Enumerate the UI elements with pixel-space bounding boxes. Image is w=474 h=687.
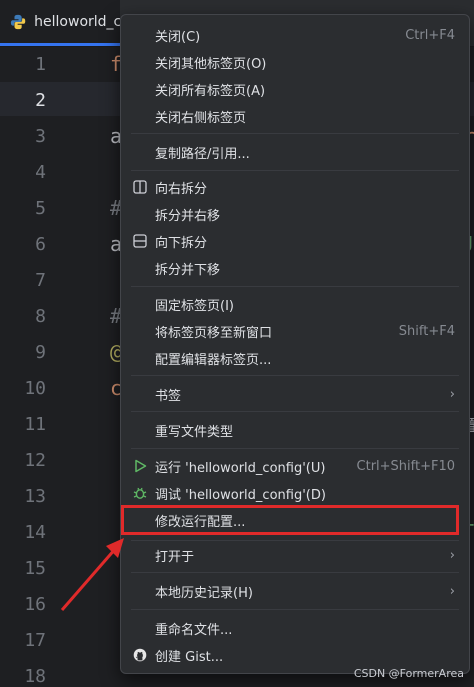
line-number: 4 [35, 162, 46, 183]
menu-item-create-gist[interactable]: 创建 Gist... [121, 642, 469, 668]
menu-item-override-file-type[interactable]: 重写文件类型 [121, 417, 469, 443]
line-number: 11 [24, 414, 46, 435]
menu-item-rename-file[interactable]: 重命名文件... [121, 615, 469, 641]
menu-item-label: 关闭其他标签页(O) [155, 56, 267, 72]
menu-item-split-down[interactable]: 向下拆分 [121, 228, 469, 254]
menu-separator [131, 448, 459, 449]
menu-item-copy-path[interactable]: 复制路径/引用... [121, 139, 469, 165]
menu-item-label: 重写文件类型 [155, 424, 234, 440]
menu-item-pin-tab[interactable]: 固定标签页(I) [121, 291, 469, 317]
menu-item-shortcut: Ctrl+F4 [405, 27, 455, 43]
menu-item-label: 本地历史记录(H) [155, 585, 253, 601]
split-vertical-icon [133, 180, 147, 194]
menu-item-label: 固定标签页(I) [155, 298, 234, 314]
line-number: 9 [35, 342, 46, 363]
run-icon [135, 459, 147, 473]
menu-item-label: 拆分并右移 [155, 208, 221, 224]
menu-item-bookmarks[interactable]: 书签 › [121, 381, 469, 407]
menu-item-move-new-window[interactable]: 将标签页移至新窗口 Shift+F4 [121, 318, 469, 344]
editor-tab-label: helloworld_co [34, 13, 120, 30]
menu-item-shortcut: Shift+F4 [398, 323, 455, 339]
chevron-right-icon: › [449, 583, 455, 599]
line-number: 17 [24, 630, 46, 651]
menu-item-label: 关闭(C) [155, 29, 201, 45]
menu-separator [131, 411, 459, 412]
annotation-highlight-box [121, 505, 459, 535]
menu-separator [131, 572, 459, 573]
menu-item-close-others[interactable]: 关闭其他标签页(O) [121, 49, 469, 75]
menu-item-label: 关闭右侧标签页 [155, 110, 247, 126]
split-horizontal-icon [133, 234, 147, 248]
line-number: 13 [24, 486, 46, 507]
menu-item-split-right[interactable]: 向右拆分 [121, 174, 469, 200]
line-number-active: 2 [35, 90, 46, 111]
annotation-arrow-icon [60, 538, 124, 611]
menu-separator [131, 133, 459, 134]
menu-item-label: 向下拆分 [155, 235, 208, 251]
line-number: 16 [24, 594, 46, 615]
menu-item-label: 复制路径/引用... [155, 146, 250, 162]
line-number: 10 [24, 378, 46, 399]
chevron-right-icon: › [449, 386, 455, 402]
menu-item-open-in[interactable]: 打开于 › [121, 542, 469, 568]
menu-item-label: 运行 'helloworld_config'(U) [155, 460, 326, 476]
menu-item-label: 创建 Gist... [155, 649, 224, 665]
menu-separator [131, 170, 459, 171]
menu-item-debug[interactable]: 调试 'helloworld_config'(D) [121, 480, 469, 506]
menu-item-label: 打开于 [155, 549, 195, 565]
chevron-right-icon: › [449, 547, 455, 563]
editor-tab[interactable]: helloworld_co [0, 0, 120, 46]
line-number: 12 [24, 450, 46, 471]
menu-item-close[interactable]: 关闭(C) Ctrl+F4 [121, 22, 469, 48]
menu-item-label: 关闭所有标签页(A) [155, 83, 266, 99]
menu-item-label: 重命名文件... [155, 622, 233, 638]
menu-item-close-all[interactable]: 关闭所有标签页(A) [121, 76, 469, 102]
menu-separator [131, 609, 459, 610]
menu-item-label: 将标签页移至新窗口 [155, 325, 273, 341]
menu-item-split-move-right[interactable]: 拆分并右移 [121, 201, 469, 227]
tab-context-menu: 关闭(C) Ctrl+F4 关闭其他标签页(O) 关闭所有标签页(A) 关闭右侧… [120, 14, 470, 674]
github-icon [133, 648, 147, 662]
menu-item-label: 配置编辑器标签页... [155, 352, 272, 368]
menu-item-run[interactable]: 运行 'helloworld_config'(U) Ctrl+Shift+F10 [121, 453, 469, 479]
menu-separator [131, 375, 459, 376]
menu-item-label: 拆分并下移 [155, 262, 221, 278]
line-number: 7 [35, 270, 46, 291]
line-number: 15 [24, 558, 46, 579]
menu-item-close-right[interactable]: 关闭右侧标签页 [121, 103, 469, 129]
menu-item-configure-tabs[interactable]: 配置编辑器标签页... [121, 345, 469, 371]
line-number: 1 [35, 54, 46, 75]
debug-bug-icon [133, 487, 147, 499]
line-number: 6 [35, 234, 46, 255]
menu-item-label: 向右拆分 [155, 181, 208, 197]
line-number: 18 [24, 666, 46, 687]
menu-separator [131, 540, 459, 541]
menu-item-label: 书签 [155, 388, 182, 404]
menu-item-local-history[interactable]: 本地历史记录(H) › [121, 578, 469, 604]
line-number: 8 [35, 306, 46, 327]
line-number: 14 [24, 522, 46, 543]
menu-item-label: 调试 'helloworld_config'(D) [155, 487, 326, 503]
menu-separator [131, 286, 459, 287]
menu-item-shortcut: Ctrl+Shift+F10 [356, 458, 455, 474]
python-file-icon [10, 14, 26, 29]
line-number: 5 [35, 198, 46, 219]
line-number: 3 [35, 126, 46, 147]
menu-item-split-move-down[interactable]: 拆分并下移 [121, 255, 469, 281]
watermark: CSDN @FormerArea [353, 667, 464, 680]
